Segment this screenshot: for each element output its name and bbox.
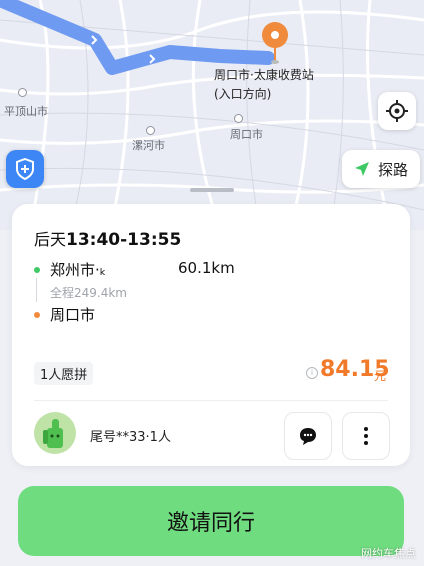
destination-name: 周口市·太康收费站 bbox=[214, 68, 314, 82]
total-distance: 全程249.4km bbox=[50, 286, 127, 300]
map-roads bbox=[0, 0, 424, 230]
message-button[interactable] bbox=[284, 412, 332, 460]
route-line bbox=[0, 0, 275, 75]
divider bbox=[34, 400, 388, 401]
origin-distance: 60.1km bbox=[178, 259, 235, 277]
more-vertical-icon bbox=[364, 427, 368, 445]
explore-route-button[interactable]: 探路 bbox=[342, 150, 420, 188]
destination-dot bbox=[34, 312, 40, 318]
city-label: 漯河市 bbox=[132, 139, 165, 152]
watermark: 网约车焦点 bbox=[361, 547, 416, 560]
city-marker bbox=[146, 126, 155, 135]
seat-badge: 1人愿拼 bbox=[34, 362, 94, 385]
origin-text: 郑州市·ₖ bbox=[50, 261, 107, 279]
trip-day: 后天 bbox=[34, 230, 67, 249]
pin-shadow bbox=[271, 60, 279, 64]
destination-pin-icon[interactable] bbox=[262, 22, 288, 48]
shield-plus-icon bbox=[16, 158, 34, 180]
crosshair-icon bbox=[386, 100, 408, 122]
origin-dot bbox=[34, 267, 40, 273]
safety-button[interactable] bbox=[6, 150, 44, 188]
navigation-arrow-icon bbox=[354, 162, 369, 176]
info-icon[interactable]: i bbox=[306, 367, 318, 379]
city-marker bbox=[234, 114, 243, 123]
map-view[interactable]: 平顶山市 漯河市 周口市 周口市·太康收费站 (入口方向) 探路 bbox=[0, 0, 424, 230]
city-label: 周口市 bbox=[230, 128, 263, 141]
destination-direction: (入口方向) bbox=[214, 87, 272, 101]
invite-button[interactable]: 邀请同行 bbox=[18, 486, 404, 556]
destination-text: 周口市 bbox=[50, 306, 96, 324]
driver-plate: 尾号**33·1人 bbox=[90, 430, 171, 445]
locate-button[interactable] bbox=[378, 92, 416, 130]
sheet-handle[interactable] bbox=[190, 188, 234, 192]
explore-label: 探路 bbox=[377, 160, 408, 179]
route-connector bbox=[36, 278, 37, 302]
thumbs-up-avatar-icon bbox=[43, 419, 63, 448]
trip-time-range: 13:40-13:55 bbox=[66, 230, 182, 250]
trip-time: 后天13:40-13:55 bbox=[34, 226, 181, 250]
more-options-button[interactable] bbox=[342, 412, 390, 460]
trip-card[interactable]: 后天13:40-13:55 郑州市·ₖ 60.1km 全程249.4km 周口市… bbox=[12, 204, 410, 466]
chat-bubble-icon bbox=[300, 428, 316, 445]
avatar[interactable] bbox=[34, 412, 76, 454]
price-unit: 元 bbox=[374, 369, 387, 383]
city-marker bbox=[18, 88, 27, 97]
destination-label: 周口市·太康收费站 (入口方向) bbox=[214, 66, 314, 104]
city-label: 平顶山市 bbox=[4, 105, 48, 118]
